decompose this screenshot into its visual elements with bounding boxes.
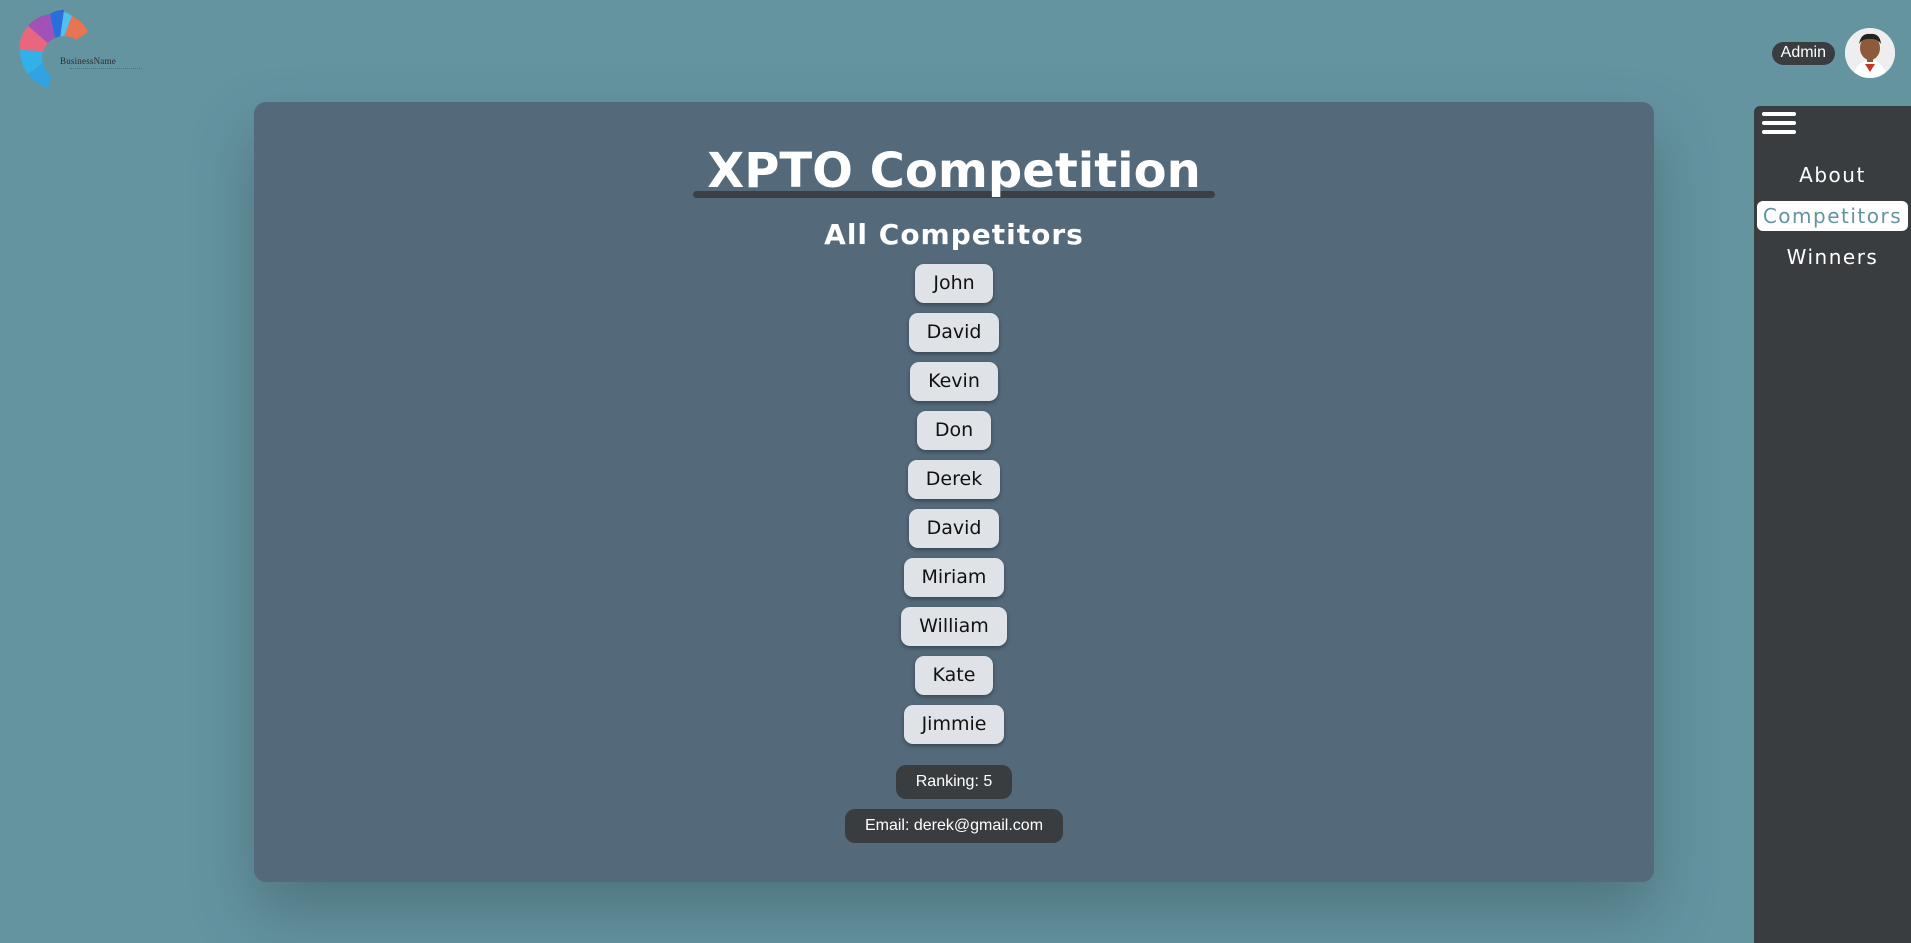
competitor-list: John David Kevin Don Derek David Miriam … [254, 264, 1654, 744]
competitor-button[interactable]: William [901, 607, 1007, 646]
admin-badge: Admin [1771, 41, 1835, 65]
email-info: Email: derek@gmail.com [254, 809, 1654, 843]
nav-items: About Competitors Winners [1754, 160, 1911, 272]
brand-tagline-line [70, 68, 142, 71]
user-avatar-icon[interactable] [1845, 28, 1895, 78]
nav-item-competitors[interactable]: Competitors [1756, 201, 1909, 231]
hamburger-menu-icon[interactable] [1762, 112, 1796, 138]
page-title: XPTO Competition [693, 142, 1215, 200]
competitor-button[interactable]: Miriam [903, 558, 1005, 597]
nav-item-about[interactable]: About [1793, 160, 1872, 190]
competitor-button[interactable]: Derek [907, 460, 1001, 499]
brand-name: BusinessName [60, 56, 116, 66]
side-navigation: About Competitors Winners [1754, 106, 1911, 943]
section-subtitle: All Competitors [824, 218, 1084, 251]
user-area: Admin [1771, 28, 1895, 78]
competitor-button[interactable]: Don [916, 411, 992, 450]
competitor-button[interactable]: David [908, 509, 1000, 548]
competitor-button[interactable]: Kevin [910, 362, 998, 401]
competitor-button[interactable]: Jimmie [903, 705, 1005, 744]
nav-item-winners[interactable]: Winners [1781, 242, 1885, 272]
logo[interactable]: BusinessName [12, 6, 142, 96]
competitor-button[interactable]: David [908, 313, 1000, 352]
competitors-card: XPTO Competition All Competitors John Da… [254, 102, 1654, 882]
competitor-button[interactable]: John [915, 264, 993, 303]
logo-icon [19, 10, 88, 88]
email-badge: Email: derek@gmail.com [844, 809, 1064, 843]
ranking-info: Ranking: 5 [254, 765, 1654, 799]
page-title-text: XPTO Competition [707, 143, 1201, 199]
avatar-image [1845, 28, 1895, 78]
competitor-button[interactable]: Kate [914, 656, 994, 695]
ranking-badge: Ranking: 5 [895, 765, 1013, 799]
